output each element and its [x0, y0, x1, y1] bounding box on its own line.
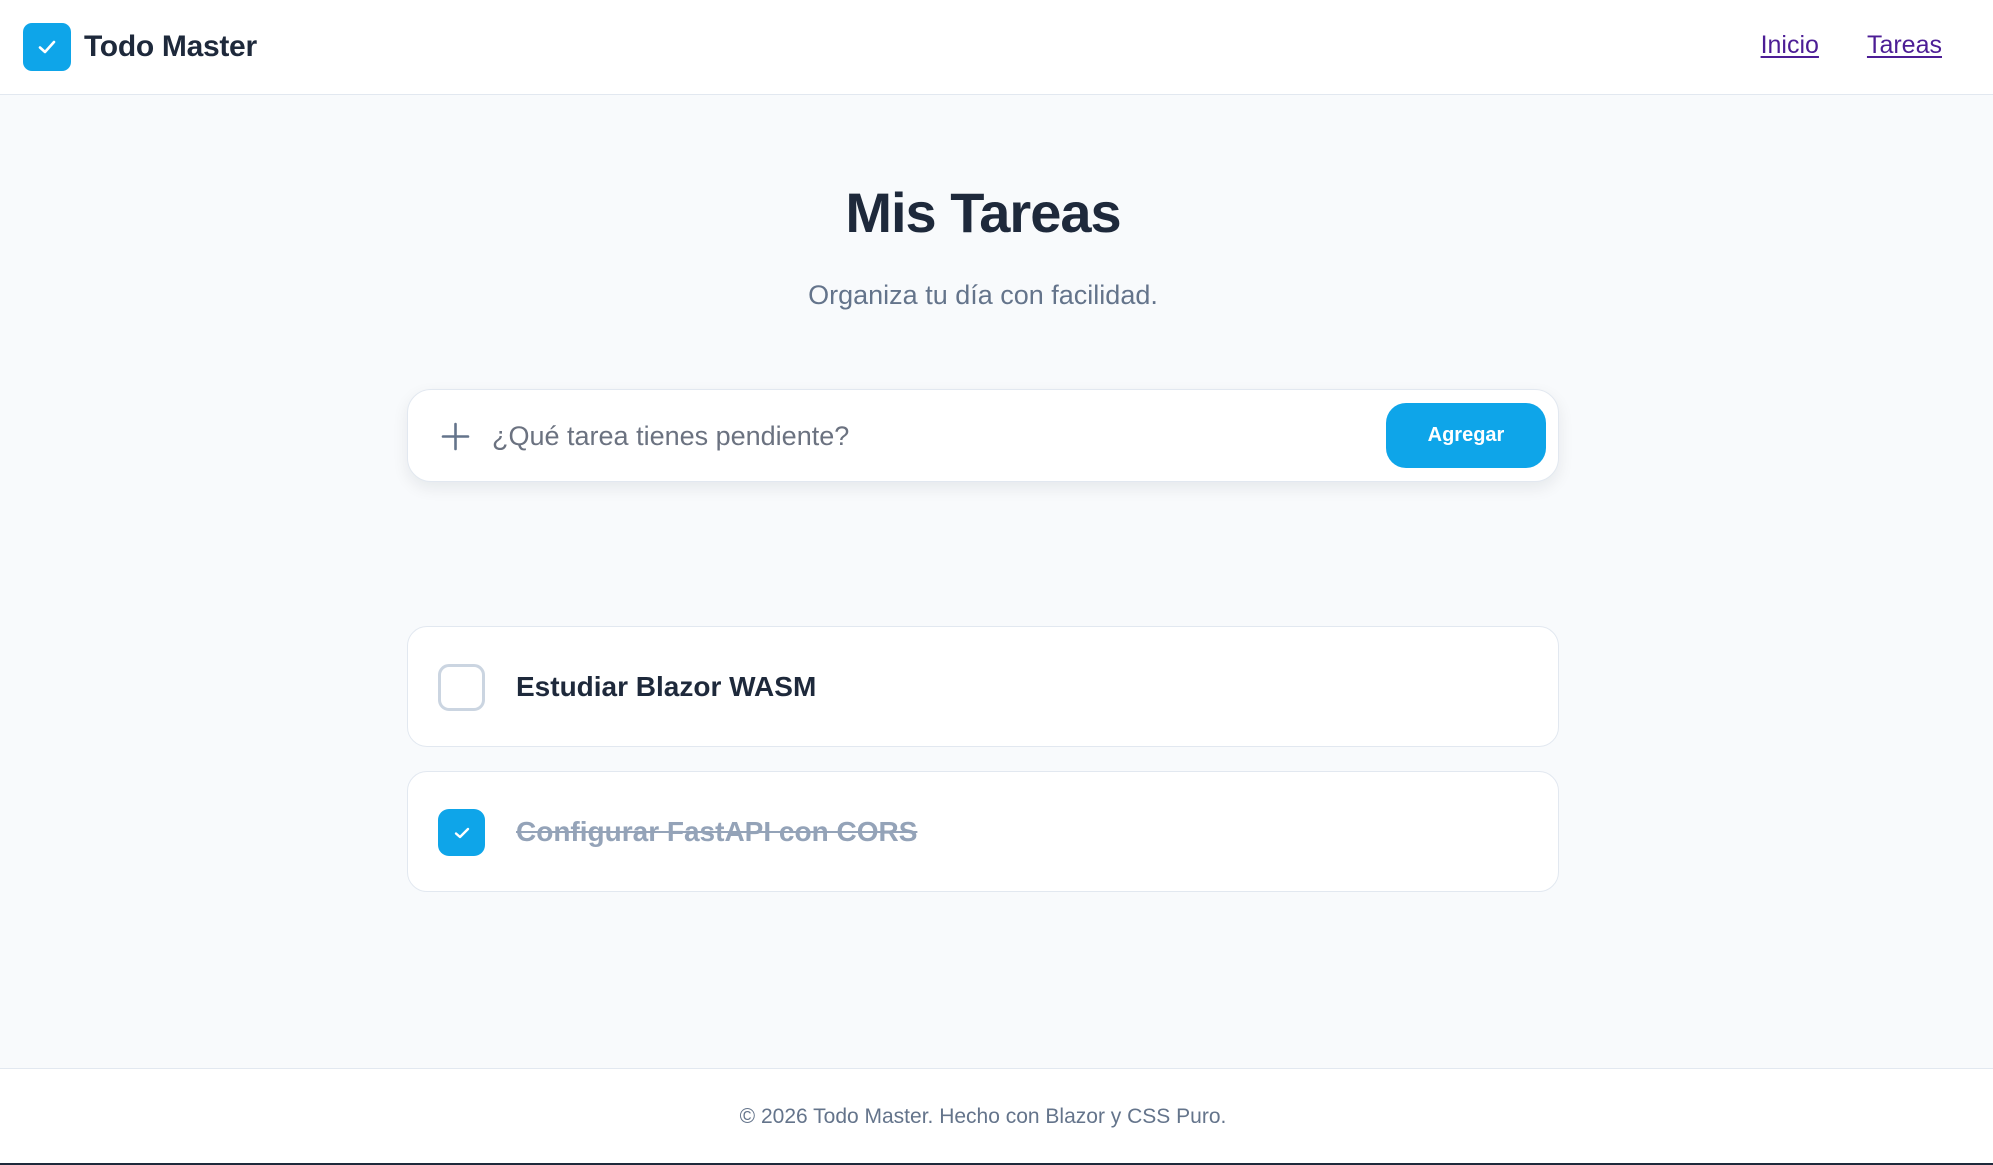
page-subtitle: Organiza tu día con facilidad. [808, 280, 1158, 310]
brand-name: Todo Master [84, 30, 257, 63]
app-footer: © 2026 Todo Master. Hecho con Blazor y C… [0, 1068, 1993, 1165]
task-text: Estudiar Blazor WASM [516, 671, 817, 702]
nav-link-tareas[interactable]: Tareas [1867, 31, 1942, 60]
task-checkbox[interactable] [438, 664, 485, 711]
nav-link-inicio[interactable]: Inicio [1761, 31, 1819, 60]
footer-text: © 2026 Todo Master. Hecho con Blazor y C… [739, 1105, 1227, 1128]
task-item: Configurar FastAPI con CORS [407, 771, 1559, 892]
task-text: Configurar FastAPI con CORS [516, 816, 918, 847]
main-nav: Inicio Tareas [1761, 31, 1942, 60]
add-task-button[interactable]: Agregar [1386, 403, 1546, 468]
plus-icon [441, 422, 470, 451]
task-checkbox-checked[interactable] [438, 809, 485, 856]
app-header: Todo Master Inicio Tareas [0, 0, 1993, 95]
new-task-input[interactable] [492, 410, 1272, 462]
check-icon [454, 827, 469, 838]
brand[interactable]: Todo Master [23, 23, 257, 71]
page-title: Mis Tareas [845, 181, 1121, 244]
add-task-form: Agregar [407, 389, 1559, 482]
check-icon [23, 23, 71, 71]
task-item: Estudiar Blazor WASM [407, 626, 1559, 747]
